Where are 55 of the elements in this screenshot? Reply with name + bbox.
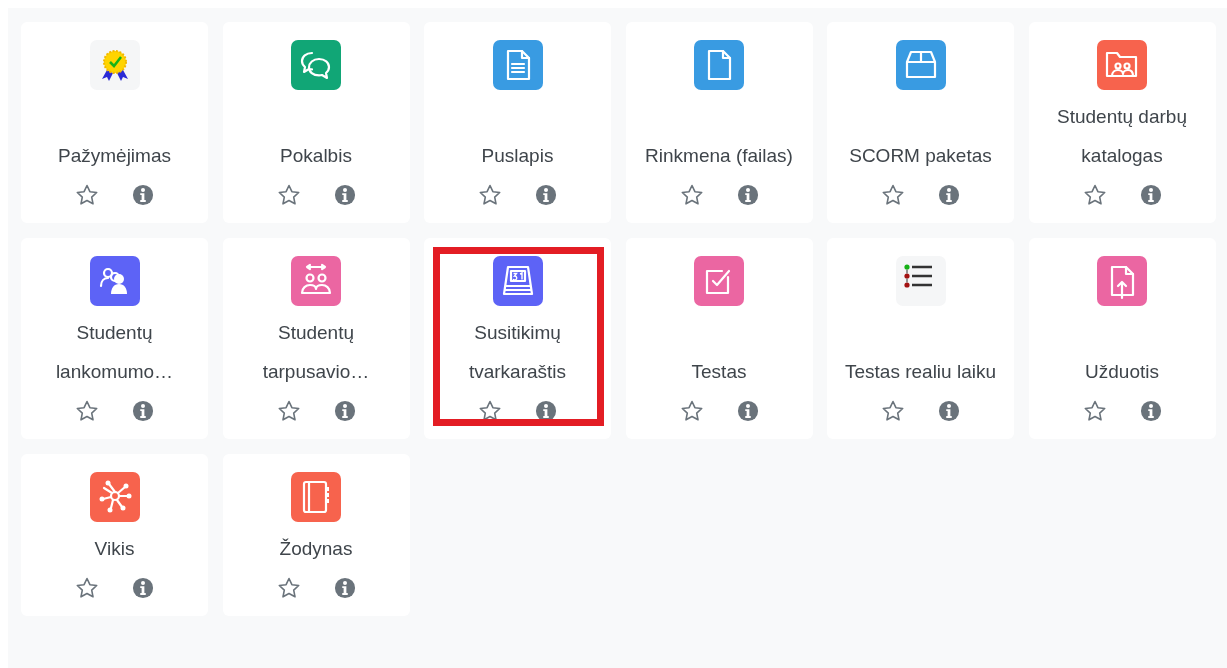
activity-card[interactable]: Studentų tarpusavio…: [222, 238, 410, 439]
star-icon[interactable]: [75, 576, 99, 600]
star-icon[interactable]: [881, 183, 905, 207]
info-icon[interactable]: [333, 577, 356, 599]
info-icon[interactable]: [938, 400, 960, 422]
activity-card[interactable]: Rinkmena (failas): [625, 22, 813, 223]
info-icon[interactable]: [333, 184, 356, 206]
info-icon[interactable]: [1139, 400, 1162, 422]
activity-name: Susitikimų tvarkaraštis: [467, 321, 568, 384]
star-icon[interactable]: [276, 183, 301, 207]
info-icon[interactable]: [938, 184, 960, 206]
activity-name: Studentų tarpusavio…: [261, 321, 371, 384]
info-icon[interactable]: [535, 184, 557, 206]
activity-card[interactable]: Testas realiu laiku: [827, 238, 1014, 439]
activity-card[interactable]: SCORM paketas: [827, 22, 1014, 223]
star-icon[interactable]: [276, 399, 301, 423]
activity-card[interactable]: Studentų darbų katalogas: [1028, 22, 1216, 223]
star-icon[interactable]: [679, 399, 704, 423]
star-icon[interactable]: [276, 576, 301, 600]
activity-name: Studentų lankomumo…: [54, 321, 175, 384]
info-icon[interactable]: [132, 184, 154, 206]
activity-card[interactable]: Užduotis: [1028, 238, 1216, 439]
activity-name: SCORM paketas: [848, 144, 993, 168]
star-icon[interactable]: [679, 183, 704, 207]
star-icon[interactable]: [1082, 183, 1107, 207]
activity-card[interactable]: Studentų lankomumo…: [21, 238, 208, 439]
activity-name: Testas realiu laiku: [844, 360, 997, 384]
activity-name: Puslapis: [480, 144, 555, 168]
info-icon[interactable]: [333, 400, 356, 422]
activity-name: Testas: [690, 360, 748, 384]
activity-card[interactable]: Pokalbis: [222, 22, 410, 223]
info-icon[interactable]: [535, 400, 557, 422]
activity-card[interactable]: Vikis: [21, 454, 208, 616]
activity-card[interactable]: Testas: [625, 238, 813, 439]
activity-name: Pažymėjimas: [57, 144, 172, 168]
activity-card[interactable]: Susitikimų tvarkaraštis: [424, 238, 611, 439]
activity-name: Pokalbis: [279, 144, 353, 168]
star-icon[interactable]: [75, 183, 99, 207]
info-icon[interactable]: [736, 400, 759, 422]
info-icon[interactable]: [736, 184, 759, 206]
info-icon[interactable]: [132, 577, 154, 599]
activity-card[interactable]: Žodynas: [222, 454, 410, 616]
star-icon[interactable]: [478, 183, 502, 207]
info-icon[interactable]: [132, 400, 154, 422]
star-icon[interactable]: [75, 399, 99, 423]
info-icon[interactable]: [1139, 184, 1162, 206]
star-icon[interactable]: [881, 399, 905, 423]
activity-card[interactable]: Pažymėjimas: [21, 22, 208, 223]
activity-card[interactable]: Puslapis: [424, 22, 611, 223]
activity-name: Rinkmena (failas): [644, 144, 794, 168]
activity-name: Vikis: [93, 537, 136, 561]
activity-name: Užduotis: [1084, 360, 1160, 384]
activity-name: Studentų darbų katalogas: [1056, 105, 1188, 168]
activity-name: Žodynas: [278, 537, 354, 561]
star-icon[interactable]: [1082, 399, 1107, 423]
